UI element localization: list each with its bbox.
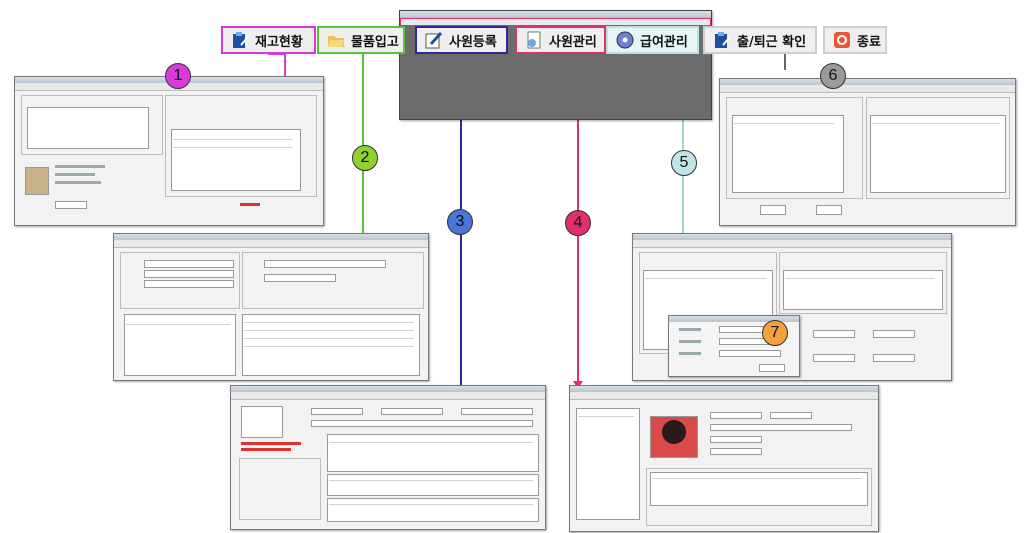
marker-2: 2 <box>352 145 378 171</box>
stock-in-button[interactable]: 물품입고 <box>317 26 405 54</box>
staff-manage-label: 사원관리 <box>549 34 597 50</box>
marker-6: 6 <box>820 63 846 89</box>
staff-manage-window-thumbnail <box>569 385 879 532</box>
inventory-label: 재고현황 <box>255 34 303 50</box>
staff-register-button[interactable]: 사원등록 <box>415 26 508 54</box>
clipboard-icon <box>713 31 731 49</box>
cd-icon <box>616 31 634 49</box>
marker-3: 3 <box>447 209 473 235</box>
clipboard-icon <box>231 31 249 49</box>
exit-button[interactable]: 종료 <box>823 26 887 54</box>
attendance-window-thumbnail <box>719 78 1016 226</box>
attendance-button[interactable]: 출/퇴근 확인 <box>703 26 817 54</box>
exit-label: 종료 <box>857 34 881 50</box>
stock-in-label: 물품입고 <box>351 34 399 50</box>
marker-5: 5 <box>671 150 697 176</box>
inventory-window-thumbnail <box>14 76 324 226</box>
payroll-button[interactable]: 급여관리 <box>606 26 699 54</box>
marker-1: 1 <box>165 63 191 89</box>
marker-7: 7 <box>762 320 788 346</box>
payroll-label: 급여관리 <box>640 34 688 50</box>
staff-manage-button[interactable]: 사원관리 <box>515 26 606 54</box>
stock-in-window-thumbnail <box>113 233 429 381</box>
inventory-button[interactable]: 재고현황 <box>221 26 316 54</box>
staff-register-label: 사원등록 <box>449 34 497 50</box>
folder-icon <box>327 31 345 49</box>
exit-icon <box>833 31 851 49</box>
pencil-icon <box>425 31 443 49</box>
marker-4: 4 <box>565 210 591 236</box>
staff-register-window-thumbnail <box>230 385 546 530</box>
document-icon <box>525 31 543 49</box>
attendance-label: 출/퇴근 확인 <box>737 34 807 50</box>
